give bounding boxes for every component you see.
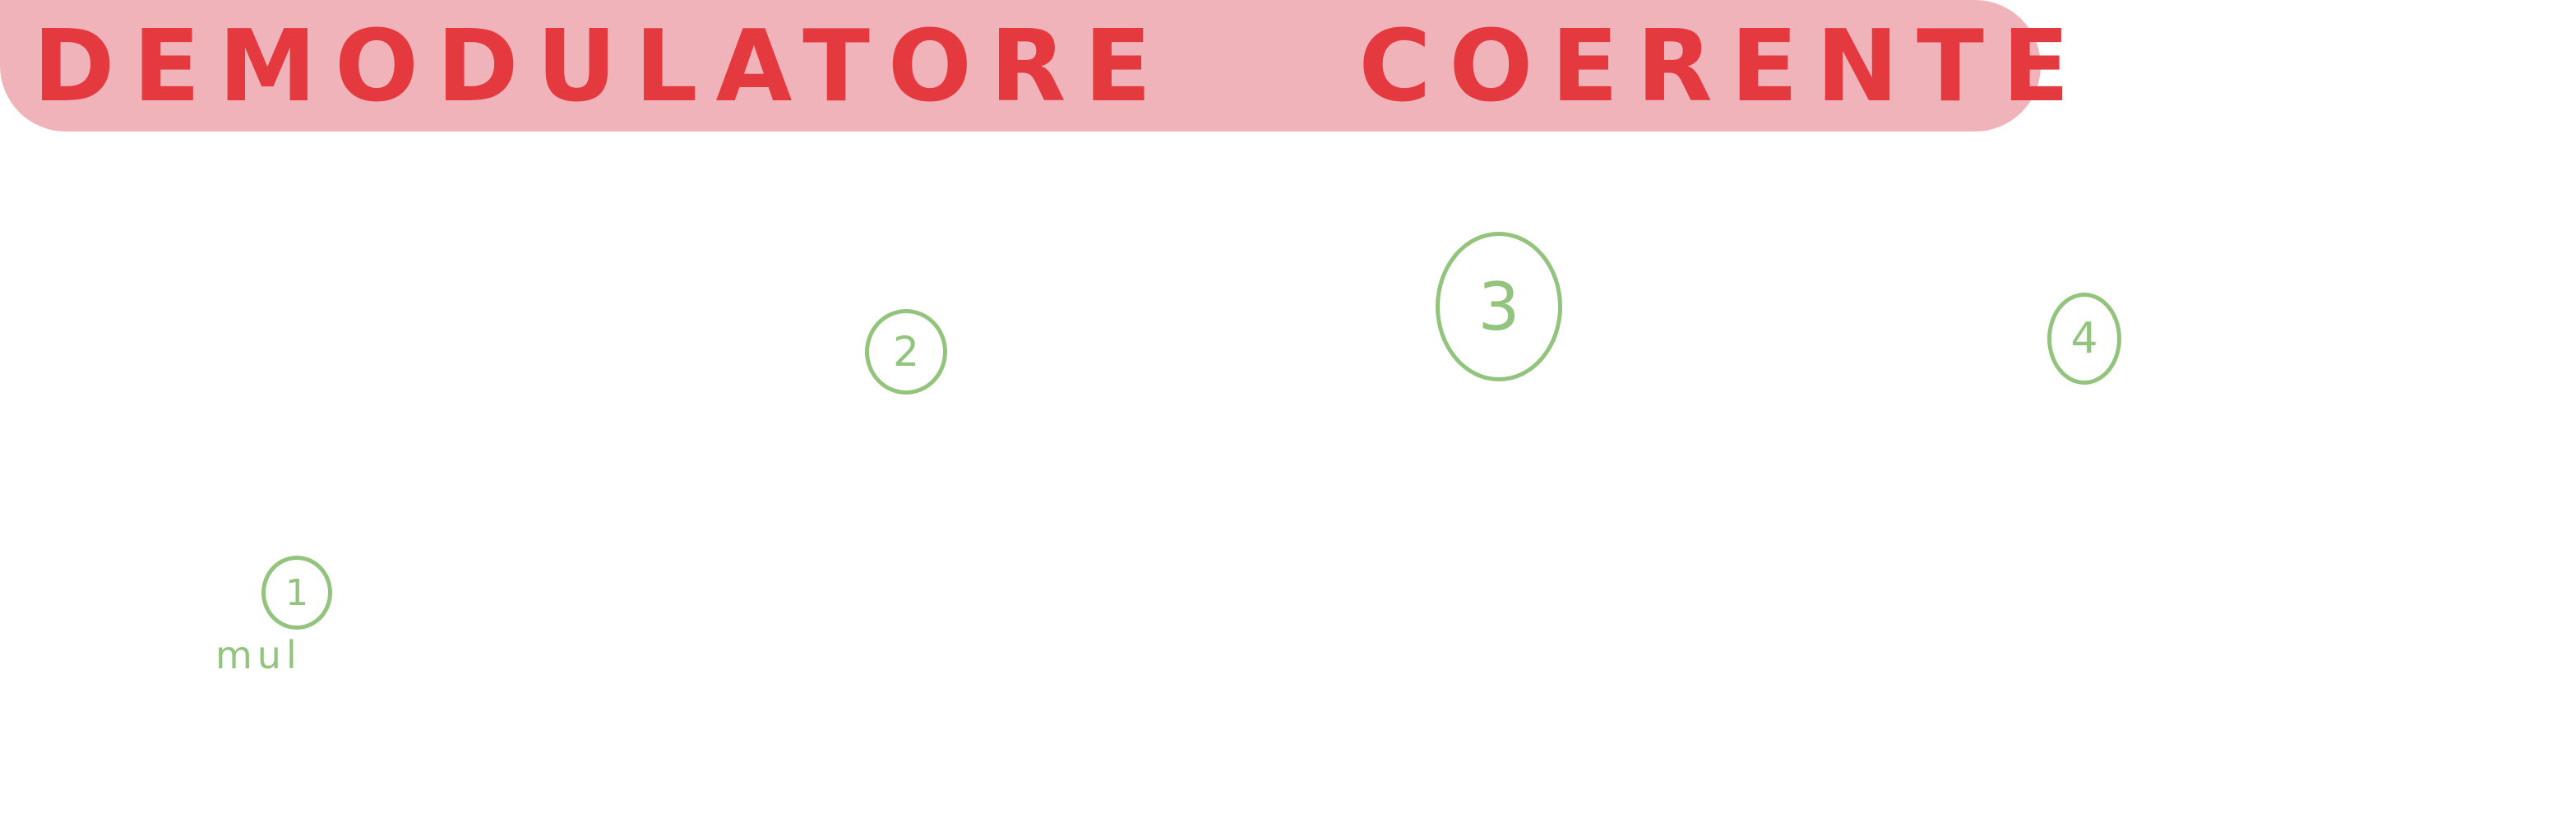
step-marker-1: 1 (261, 556, 332, 630)
step-marker-label: 4 (2070, 314, 2098, 363)
title-word-coerente: COERENTE (1358, 9, 2088, 124)
page-title: DEMODULATORE COERENTE (33, 5, 2070, 128)
title-word-demodulatore: DEMODULATORE (33, 9, 1170, 124)
step-marker-2: 2 (865, 309, 947, 395)
handwritten-note: mul (215, 633, 302, 677)
step-marker-3: 3 (1436, 232, 1562, 381)
step-marker-4: 4 (2047, 293, 2121, 385)
step-marker-label: 3 (1478, 268, 1520, 345)
step-marker-label: 2 (893, 328, 919, 376)
step-marker-label: 1 (285, 571, 308, 614)
